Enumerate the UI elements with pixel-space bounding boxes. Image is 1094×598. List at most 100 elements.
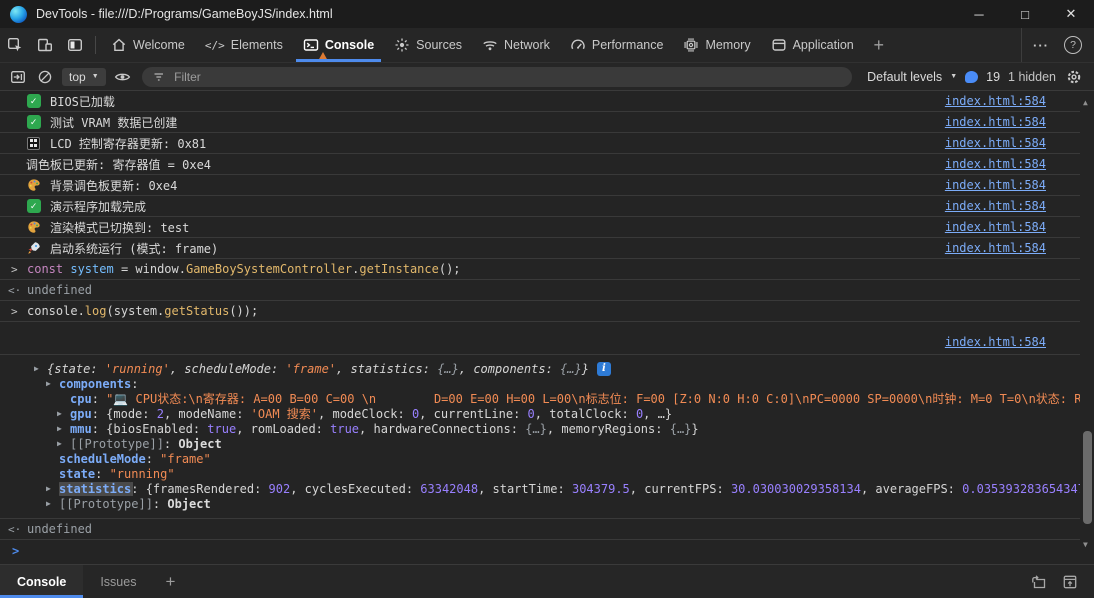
tab-network[interactable]: Network: [472, 28, 560, 62]
source-link[interactable]: index.html:584: [945, 115, 1046, 129]
source-link[interactable]: index.html:584: [945, 199, 1046, 213]
device-toolbar-icon[interactable]: [30, 28, 60, 62]
drawer-tab-issues[interactable]: Issues: [83, 565, 153, 598]
tab-application[interactable]: Application: [761, 28, 864, 62]
console-toolbar: top ▼ Default levels ▼ 19 1 hidden: [0, 63, 1094, 91]
result-arrow-icon: <·: [8, 523, 27, 536]
console-message: 渲染模式已切换到: testindex.html:584: [0, 217, 1080, 238]
close-icon[interactable]: ✕: [1048, 0, 1094, 28]
expand-arrow-icon[interactable]: ▶: [46, 484, 59, 493]
message-text: 测试 VRAM 数据已创建: [50, 114, 945, 131]
warning-badge-icon: [318, 52, 328, 61]
green-check-icon: ✓: [26, 115, 41, 130]
window-controls: ─ □ ✕: [956, 0, 1094, 28]
message-text: BIOS已加载: [50, 93, 945, 110]
tab-welcome[interactable]: Welcome: [101, 28, 195, 62]
context-selector-value: top: [69, 70, 86, 84]
tab-memory[interactable]: Memory: [673, 28, 760, 62]
source-link[interactable]: index.html:584: [945, 157, 1046, 171]
scrollbar-thumb[interactable]: [1083, 431, 1092, 524]
source-link[interactable]: index.html:584: [945, 94, 1046, 108]
tabbar-right: ··· ?: [1021, 28, 1094, 62]
filter-input[interactable]: [172, 69, 842, 85]
maximize-icon[interactable]: □: [1002, 0, 1048, 28]
main-tabbar: Welcome </> Elements Console Sources Net…: [0, 28, 1094, 63]
message-text: 背景调色板更新: 0xe4: [50, 177, 945, 194]
expand-arrow-icon[interactable]: ▶: [57, 409, 70, 418]
source-link[interactable]: index.html:584: [945, 178, 1046, 192]
scrollbar[interactable]: ▲ ▼: [1080, 91, 1094, 564]
console-prompt[interactable]: >: [0, 540, 1080, 562]
info-icon[interactable]: i: [597, 362, 611, 376]
activity-bar-icon[interactable]: [60, 28, 90, 62]
console-message: ✓BIOS已加载index.html:584: [0, 91, 1080, 112]
dock-drawer-icon[interactable]: [1030, 574, 1047, 590]
live-expression-eye-icon[interactable]: [113, 67, 133, 87]
source-link[interactable]: index.html:584: [945, 136, 1046, 150]
drawer-tab-console[interactable]: Console: [0, 565, 83, 598]
tab-label: Welcome: [133, 38, 185, 52]
console-result: <·undefined: [0, 280, 1080, 301]
help-icon[interactable]: ?: [1064, 36, 1082, 54]
console-settings-gear-icon[interactable]: [1064, 67, 1084, 87]
scroll-down-icon[interactable]: ▼: [1083, 540, 1088, 549]
network-icon: [482, 37, 498, 53]
console-message: LCD 控制寄存器更新: 0x81index.html:584: [0, 133, 1080, 154]
filter-box: [142, 67, 853, 87]
tab-sources[interactable]: Sources: [384, 28, 472, 62]
expand-arrow-icon[interactable]: ▶: [46, 499, 59, 508]
message-text: 启动系统运行 (模式: frame): [50, 240, 945, 257]
object-tree-row: ▶gpu: {mode: 2, modeName: 'OAM 搜索', mode…: [0, 406, 1080, 421]
tab-elements[interactable]: </> Elements: [195, 28, 293, 62]
minimize-icon[interactable]: ─: [956, 0, 1002, 28]
tree-row-text: components:: [59, 377, 138, 391]
more-options-icon[interactable]: ···: [1026, 38, 1056, 53]
message-text: 渲染模式已切换到: test: [50, 219, 945, 236]
tree-row-text: mmu: {biosEnabled: true, romLoaded: true…: [70, 422, 699, 436]
console-sidebar-icon[interactable]: [8, 67, 28, 87]
tab-label: Performance: [592, 38, 664, 52]
source-link[interactable]: index.html:584: [945, 335, 1046, 349]
context-selector[interactable]: top ▼: [62, 68, 106, 86]
tab-label: Network: [504, 38, 550, 52]
console-message: ✓演示程序加载完成index.html:584: [0, 196, 1080, 217]
clear-console-icon[interactable]: [35, 67, 55, 87]
console-result: <·undefined: [0, 519, 1080, 540]
tree-row-text: statistics: {framesRendered: 902, cycles…: [59, 482, 1080, 496]
result-arrow-icon: <·: [8, 284, 27, 297]
source-link[interactable]: index.html:584: [945, 241, 1046, 255]
expand-arrow-icon[interactable]: ▶: [46, 379, 59, 388]
chevron-down-icon[interactable]: ▼: [950, 73, 957, 80]
inspect-element-icon[interactable]: [0, 28, 30, 62]
drawer-tab-label: Issues: [100, 575, 136, 589]
expand-arrow-icon[interactable]: ▶: [34, 364, 47, 373]
code-text: const system = window.GameBoySystemContr…: [27, 262, 461, 276]
devtools-window: DevTools - file:///D:/Programs/GameBoyJS…: [0, 0, 1094, 598]
object-tree-row: ▶mmu: {biosEnabled: true, romLoaded: tru…: [0, 421, 1080, 436]
more-tabs-button[interactable]: +: [864, 28, 894, 62]
default-levels-dropdown[interactable]: Default levels: [867, 70, 942, 84]
add-drawer-tab-button[interactable]: +: [153, 565, 187, 598]
scroll-up-icon[interactable]: ▲: [1083, 98, 1088, 107]
input-chevron-icon: >: [11, 263, 27, 276]
result-text: undefined: [27, 283, 92, 297]
console-icon: [303, 37, 319, 53]
code-brackets-icon: </>: [205, 39, 225, 52]
expand-arrow-icon[interactable]: ▶: [57, 439, 70, 448]
filter-funnel-icon: [152, 70, 166, 84]
tab-console[interactable]: Console: [293, 28, 384, 62]
expand-drawer-icon[interactable]: [1062, 574, 1078, 590]
sources-icon: [394, 37, 410, 53]
tab-performance[interactable]: Performance: [560, 28, 674, 62]
performance-icon: [570, 37, 586, 53]
console-input-echo: >console.log(system.getStatus());: [0, 301, 1080, 322]
object-tree-row: ▶components:: [0, 376, 1080, 391]
source-link[interactable]: index.html:584: [945, 220, 1046, 234]
message-text: LCD 控制寄存器更新: 0x81: [50, 135, 945, 152]
code-text: console.log(system.getStatus());: [27, 304, 258, 318]
tree-row-text: {state: 'running', scheduleMode: 'frame'…: [47, 362, 589, 376]
object-tree-row: scheduleMode: "frame": [0, 451, 1080, 466]
object-tree-row: ▶[[Prototype]]: Object: [0, 496, 1080, 511]
message-text: 调色板已更新: 寄存器值 = 0xe4: [26, 156, 945, 173]
expand-arrow-icon[interactable]: ▶: [57, 424, 70, 433]
